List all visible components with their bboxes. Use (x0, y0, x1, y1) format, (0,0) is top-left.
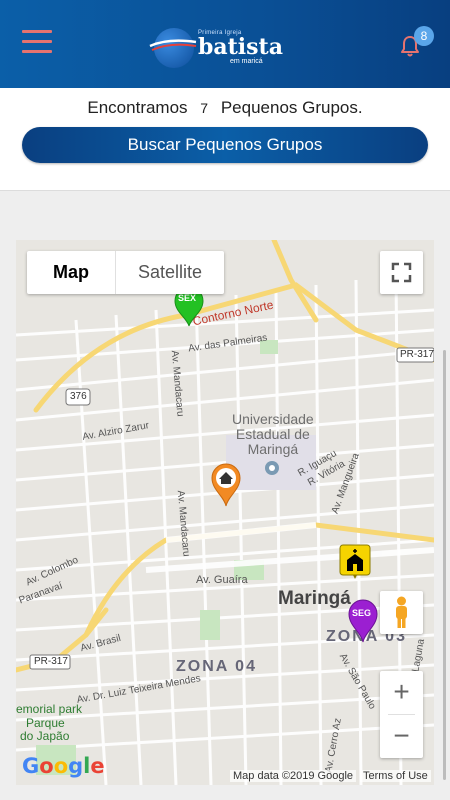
zoom-control: + − (380, 671, 423, 758)
label-route-376: 376 (70, 391, 87, 402)
pegman-icon (396, 596, 407, 628)
logo-main-text: batista (198, 34, 283, 60)
map-type-map-button[interactable]: Map (27, 251, 116, 294)
label-zona-04: ZONA 04 (176, 658, 257, 675)
label-memorial-park: emorial park (16, 702, 83, 716)
map-marker-seg[interactable]: SEG (347, 598, 379, 649)
label-parque-1: Parque (26, 716, 65, 730)
label-maringa: Maringá (278, 588, 351, 609)
menu-icon[interactable] (22, 30, 52, 56)
map-marker-church[interactable] (339, 544, 371, 585)
zoom-in-button[interactable]: + (380, 671, 423, 714)
notification-badge: 8 (414, 26, 434, 46)
search-panel: Encontramos 7 Pequenos Grupos. Buscar Pe… (0, 88, 450, 191)
church-logo: Primeira Igreja batista em maricá (148, 24, 283, 72)
home-marker-icon (211, 463, 241, 507)
logo-sub-text: em maricá (230, 58, 263, 65)
found-suffix: Pequenos Grupos. (220, 98, 363, 117)
search-groups-button[interactable]: Buscar Pequenos Grupos (22, 127, 428, 163)
logo-swoosh (149, 39, 197, 51)
fullscreen-button[interactable] (380, 251, 423, 294)
terms-of-use-link[interactable]: Terms of Use (360, 770, 431, 782)
zoom-out-button[interactable]: − (380, 715, 423, 758)
marker-seg-label: SEG (352, 608, 372, 618)
label-university: Universidade Estadual de Maringá (232, 411, 314, 457)
map-attribution: Map data ©2019 Google (230, 770, 357, 782)
marker-sex-label: SEX (178, 293, 197, 303)
found-prefix: Encontramos (87, 98, 188, 117)
map-type-satellite-button[interactable]: Satellite (116, 251, 224, 294)
label-parque-2: do Japão (20, 729, 70, 743)
top-app-bar: Primeira Igreja batista em maricá 8 (0, 0, 450, 88)
scrollbar[interactable] (443, 350, 446, 780)
map-marker-home[interactable] (210, 462, 242, 513)
label-pr317-top: PR-317 (400, 349, 434, 360)
fullscreen-icon (391, 262, 412, 283)
street-view-button[interactable] (380, 591, 423, 634)
map-type-control: Map Satellite (27, 251, 225, 294)
label-av-guaira: Av. Guaíra (196, 574, 248, 586)
label-pr317-bottom: PR-317 (34, 656, 68, 667)
groups-found-text: Encontramos 7 Pequenos Grupos. (0, 98, 450, 118)
map-view[interactable]: Contorno Norte Av. das Palmeiras Av. Man… (16, 240, 434, 785)
found-count: 7 (200, 100, 209, 116)
google-logo: Google (22, 754, 105, 778)
marker-pin-purple-icon (348, 599, 378, 643)
church-marker-icon (339, 544, 371, 579)
